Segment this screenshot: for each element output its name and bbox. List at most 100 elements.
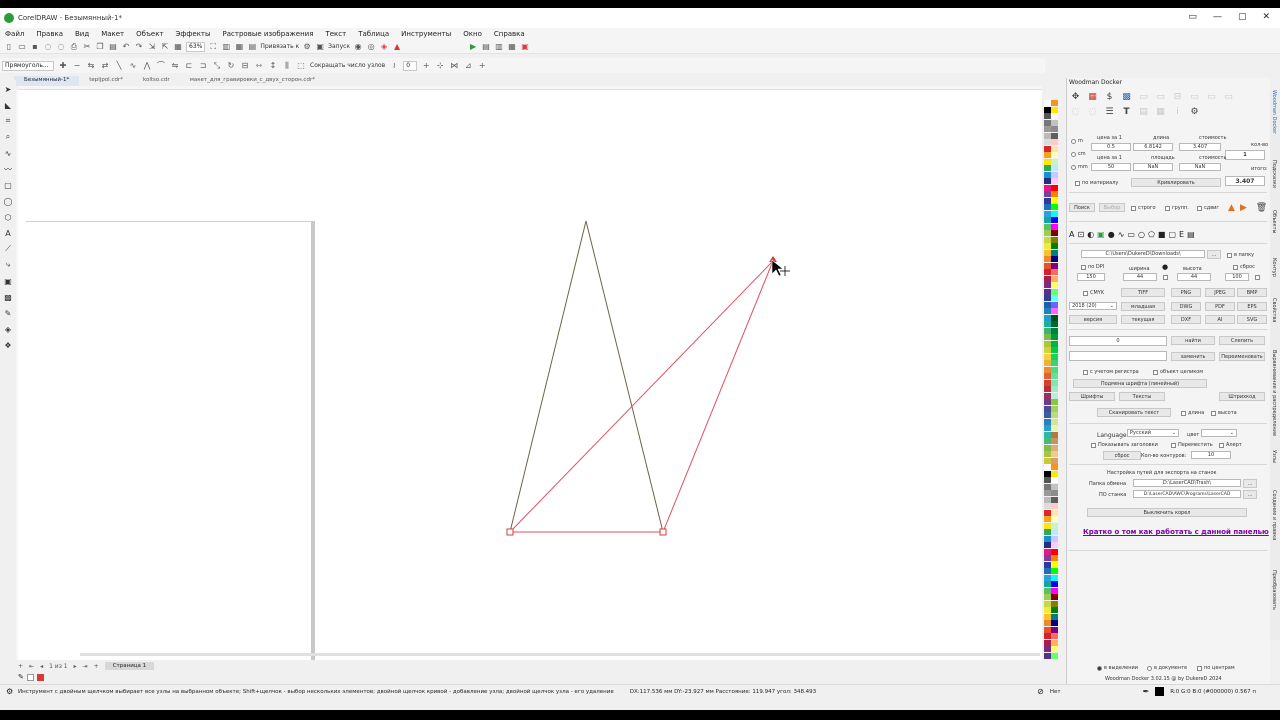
delete-node-icon[interactable]: − xyxy=(72,61,82,71)
palette-swatch[interactable] xyxy=(1051,633,1058,639)
to-folder-checkbox[interactable]: в папку xyxy=(1227,252,1254,258)
palette-swatch[interactable] xyxy=(1044,574,1051,581)
palette-swatch[interactable] xyxy=(1051,256,1058,262)
palette-swatch[interactable] xyxy=(1044,275,1051,282)
palette-swatch[interactable] xyxy=(1044,451,1051,457)
palette-swatch[interactable] xyxy=(1044,444,1051,451)
palette-swatch[interactable] xyxy=(1044,210,1051,217)
palette-swatch[interactable] xyxy=(1051,262,1058,269)
publish-pdf-icon[interactable]: ▦ xyxy=(173,42,183,52)
side-tab-objects[interactable]: Объекты xyxy=(1271,210,1277,234)
palette-swatch[interactable] xyxy=(1051,334,1058,340)
by-material-checkbox[interactable]: по материалу xyxy=(1075,180,1118,186)
palette-swatch[interactable] xyxy=(1044,126,1051,132)
lock-ratio-icon[interactable]: ● xyxy=(1162,263,1168,271)
node-handle-right[interactable] xyxy=(659,528,667,536)
palette-swatch[interactable] xyxy=(1044,548,1051,555)
rotate-nodes-icon[interactable]: ↻ xyxy=(226,61,236,71)
artistic-media-icon[interactable]: 〰 xyxy=(3,164,13,174)
copy-icon[interactable]: ❐ xyxy=(95,42,105,52)
palette-swatch[interactable] xyxy=(1044,139,1051,145)
palette-swatch[interactable] xyxy=(1051,249,1058,256)
palette-swatch[interactable] xyxy=(1044,314,1051,321)
palette-swatch[interactable] xyxy=(1051,496,1058,503)
palette-swatch[interactable] xyxy=(1044,652,1051,659)
info-icon[interactable]: i xyxy=(1171,105,1184,118)
dim-icon-10[interactable]: ▦ xyxy=(1154,105,1167,118)
palette-swatch[interactable] xyxy=(1044,321,1051,327)
palette-swatch[interactable] xyxy=(1051,509,1058,516)
exchange-folder-input[interactable]: D:\LaserCAD\Trash\ xyxy=(1133,479,1241,487)
palette-swatch[interactable] xyxy=(1051,204,1058,210)
palette-swatch[interactable] xyxy=(1044,269,1051,275)
side-tab-align[interactable]: Выравнивание и распределение xyxy=(1271,350,1277,436)
palette-swatch[interactable] xyxy=(1044,282,1051,288)
palette-swatch[interactable] xyxy=(1044,639,1051,646)
shadow-tool-icon[interactable]: ▣ xyxy=(3,276,13,286)
extend-close-icon[interactable]: ⊏ xyxy=(184,61,194,71)
dollar-icon[interactable]: $ xyxy=(1103,90,1116,103)
smart-fill-icon[interactable]: ❖ xyxy=(3,340,13,350)
tiff-button[interactable]: TIFF xyxy=(1121,288,1165,297)
palette-swatch[interactable] xyxy=(1051,516,1058,522)
add-page-after-icon[interactable]: + xyxy=(94,663,99,670)
elastic-mode-icon[interactable]: ⫼ xyxy=(282,61,292,71)
show-headers-checkbox[interactable]: Показывать заголовки xyxy=(1091,442,1158,448)
rename-button[interactable]: Переименовать xyxy=(1219,352,1265,361)
original-triangle[interactable] xyxy=(509,220,664,533)
palette-swatch[interactable] xyxy=(1051,431,1058,438)
palette-swatch[interactable] xyxy=(1051,197,1058,204)
dwg-button[interactable]: DWG xyxy=(1171,302,1201,311)
node-handle-left[interactable] xyxy=(506,528,514,536)
alert-checkbox[interactable]: Алерт xyxy=(1219,442,1242,448)
search-button[interactable]: Поиск xyxy=(1069,203,1095,212)
palette-swatch[interactable] xyxy=(1051,223,1058,230)
palette-swatch[interactable] xyxy=(1051,210,1058,217)
palette-swatch[interactable] xyxy=(1051,412,1058,418)
to-line-icon[interactable]: ╲ xyxy=(114,61,124,71)
text-tool-icon[interactable]: A xyxy=(3,228,13,238)
unit-mm-radio[interactable]: mm xyxy=(1071,164,1088,170)
help-link[interactable]: Кратко о том как работать с данной панел… xyxy=(1083,528,1269,536)
import-icon[interactable]: ⇲ xyxy=(147,42,157,52)
side-tab-woodman[interactable]: Woodman Docker xyxy=(1271,90,1277,134)
first-page-icon[interactable]: ⇤ xyxy=(29,663,34,670)
group-checkbox[interactable]: групп. xyxy=(1165,205,1189,211)
cmyk-checkbox[interactable]: CMYK xyxy=(1083,290,1104,296)
break-curve-icon[interactable]: ⇄ xyxy=(100,61,110,71)
scan-text-button[interactable]: Сканировать текст xyxy=(1097,408,1171,417)
launch-app-icon[interactable]: ▣ xyxy=(315,42,325,52)
status-gear-icon[interactable]: ⚙ xyxy=(6,687,13,696)
palette-swatch[interactable] xyxy=(1044,392,1051,399)
palette-swatch[interactable] xyxy=(1044,568,1051,574)
dim-icon-2[interactable]: ▭ xyxy=(1154,90,1167,103)
side-tab-contour[interactable]: Контур xyxy=(1271,258,1277,277)
node-icon-c[interactable]: ⊿ xyxy=(463,61,473,71)
palette-swatch[interactable] xyxy=(1051,139,1058,145)
edited-red-curve[interactable] xyxy=(509,260,774,533)
exchange-browse-button[interactable]: ... xyxy=(1243,479,1257,488)
palette-swatch[interactable] xyxy=(1044,347,1051,353)
palette-swatch[interactable] xyxy=(1044,470,1051,477)
palette-swatch[interactable] xyxy=(1051,178,1058,184)
palette-swatch[interactable] xyxy=(1051,132,1058,139)
to-curve-icon[interactable]: ∿ xyxy=(128,61,138,71)
palette-swatch[interactable] xyxy=(1051,386,1058,392)
reduce-nodes-button[interactable]: Сокращать число узлов xyxy=(310,62,385,69)
cut-icon[interactable]: ✂ xyxy=(82,42,92,52)
replace-button[interactable]: заменить xyxy=(1171,352,1215,361)
join-nodes-icon[interactable]: ⇆ xyxy=(86,61,96,71)
crop-tool-icon[interactable]: ⌗ xyxy=(3,116,13,126)
doc-tab-engraving[interactable]: макет_для_гравировки_с_двух_сторон.cdr* xyxy=(180,76,325,86)
palette-swatch[interactable] xyxy=(1044,542,1051,548)
palette-swatch[interactable] xyxy=(1051,594,1058,600)
frame-icon[interactable]: ▢ xyxy=(1168,230,1176,239)
export-path-input[interactable]: C:\Users\DukereD\Downloads\ xyxy=(1081,250,1205,258)
ellipse-filled-icon[interactable]: ● xyxy=(1108,230,1115,239)
palette-swatch[interactable] xyxy=(1051,353,1058,360)
bmp-button[interactable]: BMP xyxy=(1237,288,1267,297)
plugin-icon-4[interactable]: ▲ xyxy=(392,42,402,52)
palette-swatch[interactable] xyxy=(1051,288,1058,295)
rulers-icon[interactable]: ▥ xyxy=(221,42,231,52)
palette-swatch[interactable] xyxy=(1044,158,1051,165)
